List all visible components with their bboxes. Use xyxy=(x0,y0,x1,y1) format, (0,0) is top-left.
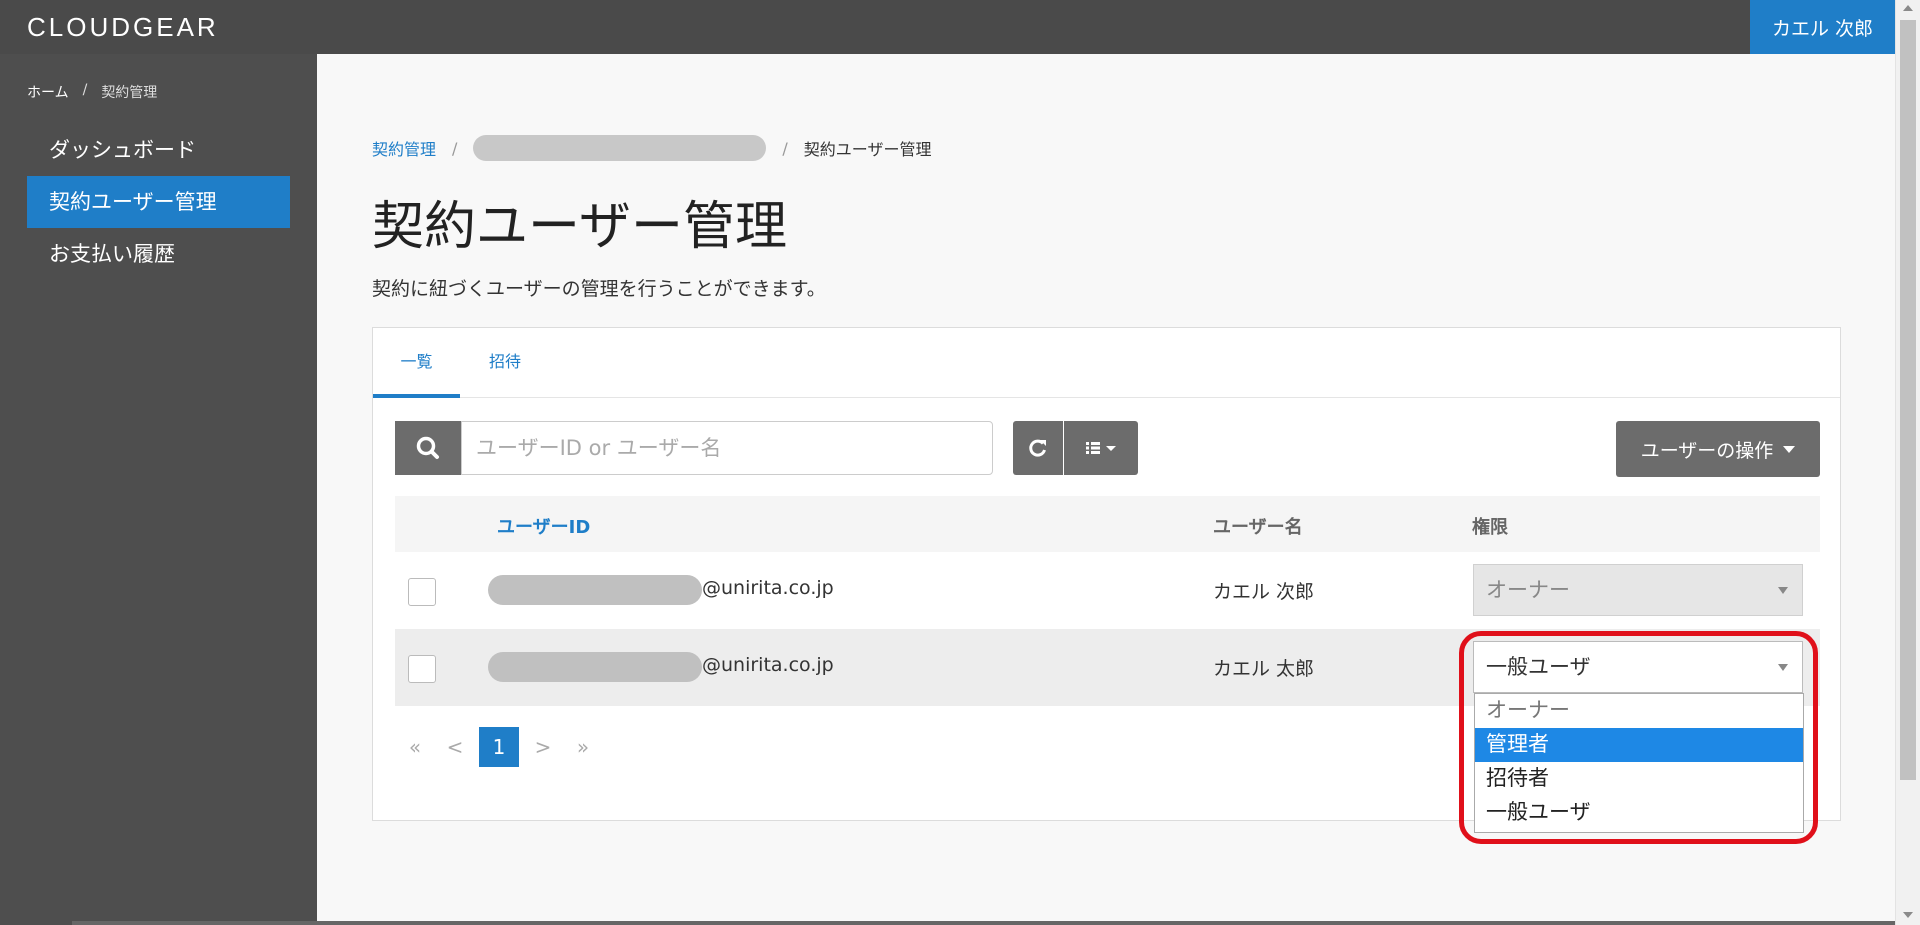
user-id-domain: @unirita.co.jp xyxy=(702,654,834,676)
user-name: カエル 太郎 xyxy=(1213,658,1315,680)
scroll-thumb[interactable] xyxy=(1900,20,1916,780)
role-option-owner[interactable]: オーナー xyxy=(1475,694,1803,728)
sidebar-item-payment-history[interactable]: お支払い履歴 xyxy=(27,228,290,280)
user-operations-label: ユーザーの操作 xyxy=(1640,439,1774,462)
users-table: ユーザーID ユーザー名 権限 @unirita.co.jp カエル 次郎 オー… xyxy=(395,496,1820,706)
breadcrumb-separator: / xyxy=(782,138,788,158)
role-option-inviter[interactable]: 招待者 xyxy=(1475,762,1803,796)
pagination-prev[interactable]: < xyxy=(435,735,475,759)
role-dropdown-list: オーナー 管理者 招待者 一般ユーザ xyxy=(1474,693,1804,833)
user-operations-button[interactable]: ユーザーの操作 xyxy=(1616,421,1820,477)
dropdown-arrow-icon xyxy=(1778,664,1788,671)
sidebar-item-dashboard[interactable]: ダッシュボード xyxy=(27,124,290,176)
bottom-divider xyxy=(72,921,1895,925)
breadcrumb-separator: / xyxy=(452,138,458,158)
sidebar: ホーム / 契約管理 ダッシュボード 契約ユーザー管理 お支払い履歴 xyxy=(0,54,317,925)
breadcrumb-redacted-contract-link[interactable] xyxy=(473,135,767,161)
page-description: 契約に紐づくユーザーの管理を行うことができます。 xyxy=(372,278,826,300)
table-header: ユーザーID ユーザー名 権限 xyxy=(395,496,1820,552)
search-icon xyxy=(416,436,439,459)
dropdown-arrow-icon xyxy=(1778,587,1788,594)
view-options-button[interactable] xyxy=(1064,421,1138,475)
breadcrumb-current: 契約ユーザー管理 xyxy=(803,140,932,159)
breadcrumb-contract-link[interactable]: 契約管理 xyxy=(372,136,436,160)
list-icon xyxy=(1086,442,1116,454)
breadcrumb-home-link[interactable]: ホーム xyxy=(27,82,69,102)
vertical-scrollbar[interactable] xyxy=(1895,0,1920,925)
caret-down-icon xyxy=(1783,445,1796,453)
scroll-down-arrow-icon[interactable] xyxy=(1903,912,1913,918)
role-option-general-user[interactable]: 一般ユーザ xyxy=(1475,796,1803,830)
role-select-value: 一般ユーザ xyxy=(1486,655,1591,679)
refresh-button[interactable] xyxy=(1013,421,1063,475)
user-name: カエル 次郎 xyxy=(1213,581,1315,603)
top-bar: CLOUDGEAR カエル 次郎 xyxy=(0,0,1895,54)
pagination-current-page[interactable]: 1 xyxy=(479,727,519,767)
table-row: @unirita.co.jp カエル 次郎 オーナー xyxy=(395,552,1820,629)
pagination: « < 1 > » xyxy=(395,727,603,767)
tab-invite[interactable]: 招待 xyxy=(480,328,530,398)
scroll-up-arrow-icon[interactable] xyxy=(1903,5,1913,11)
pagination-last[interactable]: » xyxy=(563,735,603,759)
role-select: オーナー xyxy=(1473,564,1803,616)
redacted-user-id xyxy=(488,652,702,682)
search-button[interactable] xyxy=(395,421,461,475)
breadcrumb: 契約管理 / / 契約ユーザー管理 xyxy=(372,135,931,161)
tab-bar: 一覧 招待 xyxy=(373,328,1840,398)
user-id-domain: @unirita.co.jp xyxy=(702,577,834,599)
column-header-role: 権限 xyxy=(1472,517,1508,538)
column-header-user-name: ユーザー名 xyxy=(1213,517,1303,538)
sidebar-nav: ダッシュボード 契約ユーザー管理 お支払い履歴 xyxy=(27,124,290,280)
user-menu-button[interactable]: カエル 次郎 xyxy=(1750,0,1895,54)
brand-logo[interactable]: CLOUDGEAR xyxy=(27,12,219,43)
sidebar-breadcrumb: ホーム / 契約管理 xyxy=(27,82,157,102)
breadcrumb-current: 契約管理 xyxy=(101,85,158,101)
pagination-first[interactable]: « xyxy=(395,735,435,759)
role-option-admin[interactable]: 管理者 xyxy=(1475,728,1803,762)
role-select[interactable]: 一般ユーザ xyxy=(1473,641,1803,693)
column-header-user-id[interactable]: ユーザーID xyxy=(497,513,590,539)
search-input[interactable] xyxy=(461,421,993,475)
tab-list[interactable]: 一覧 xyxy=(373,328,460,398)
row-checkbox[interactable] xyxy=(408,578,436,606)
sidebar-item-contract-users[interactable]: 契約ユーザー管理 xyxy=(27,176,290,228)
page-title: 契約ユーザー管理 xyxy=(372,197,787,257)
role-select-value: オーナー xyxy=(1486,578,1570,602)
redacted-user-id xyxy=(488,575,702,605)
pagination-next[interactable]: > xyxy=(523,735,563,759)
row-checkbox[interactable] xyxy=(408,655,436,683)
breadcrumb-separator: / xyxy=(82,82,88,98)
refresh-icon xyxy=(1029,439,1046,457)
